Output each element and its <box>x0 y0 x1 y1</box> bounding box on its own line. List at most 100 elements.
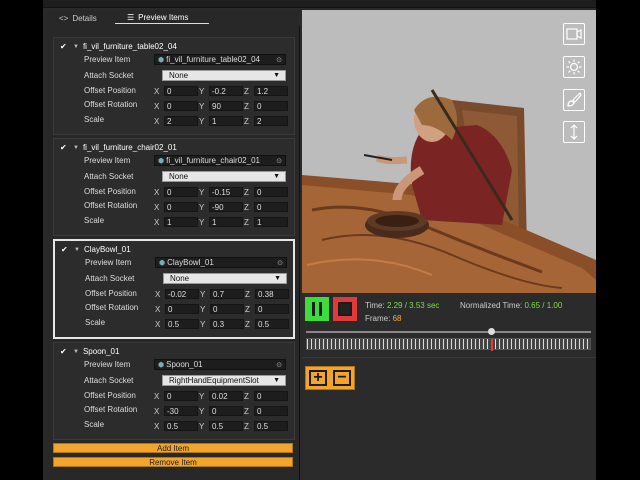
tab-preview-items[interactable]: ☰ Preview Items <box>115 12 209 24</box>
axis-z-input[interactable]: 0 <box>254 406 288 416</box>
axis-y-input[interactable]: 0.5 <box>209 421 243 431</box>
preview-items-panel: <> Details ☰ Preview Items ✔ ▼ fi_vil_fu… <box>45 10 300 480</box>
preview-item-field[interactable]: ⬢ Spoon_01 ⊙ <box>154 359 286 370</box>
axis-y-input[interactable]: 0.3 <box>210 319 244 329</box>
target-picker-icon[interactable]: ⊙ <box>276 157 282 165</box>
remove-item-button[interactable]: Remove Item <box>53 457 293 467</box>
chevron-down-icon: ▼ <box>273 72 280 79</box>
enable-checkbox[interactable]: ✔ <box>60 143 68 152</box>
axis-x-input[interactable]: 0 <box>165 304 199 314</box>
axis-x-label: X <box>154 203 160 212</box>
axis-y-input[interactable]: 0 <box>210 304 244 314</box>
axis-z-input[interactable]: 0 <box>254 391 288 401</box>
preview-item-field[interactable]: ⬢ fi_vil_furniture_chair02_01 ⊙ <box>154 155 286 166</box>
axis-z-input[interactable]: 1 <box>254 217 288 227</box>
axis-z-input[interactable]: 1.2 <box>254 86 288 96</box>
axis-x-input[interactable]: 0 <box>164 101 198 111</box>
axis-y-input[interactable]: 1 <box>209 116 243 126</box>
axis-x-label: X <box>154 218 160 227</box>
3d-viewport[interactable] <box>302 10 596 293</box>
axis-x-input[interactable]: 0 <box>164 202 198 212</box>
axis-z-input[interactable]: 0 <box>254 202 288 212</box>
add-item-button[interactable]: Add Item <box>53 443 293 453</box>
axis-y-input[interactable]: 1 <box>209 217 243 227</box>
preview-item-card[interactable]: ✔ ▼ fi_vil_furniture_chair02_01 Preview … <box>53 138 295 236</box>
axis-z-label: Z <box>245 305 250 314</box>
item-header: ✔ ▼ Spoon_01 <box>60 347 119 356</box>
axis-z-input[interactable]: 2 <box>254 116 288 126</box>
collapse-triangle-icon[interactable]: ▼ <box>74 247 80 253</box>
target-picker-icon[interactable]: ⊙ <box>276 361 282 369</box>
item-name: ClayBowl_01 <box>83 245 131 254</box>
collapse-triangle-icon[interactable]: ▼ <box>73 145 79 151</box>
offset-position-row: X 0 Y 0.02 Z 0 <box>154 391 294 402</box>
axis-z-input[interactable]: 0 <box>254 101 288 111</box>
axis-x-input[interactable]: 0.5 <box>164 421 198 431</box>
axis-x-label: X <box>154 87 160 96</box>
axis-x-input[interactable]: 0.5 <box>165 319 199 329</box>
axis-x-input[interactable]: 2 <box>164 116 198 126</box>
pause-button[interactable] <box>305 297 329 321</box>
axis-z-input[interactable]: 0.38 <box>255 289 289 299</box>
axis-y-input[interactable]: 0.7 <box>210 289 244 299</box>
item-header: ✔ ▼ ClayBowl_01 <box>61 245 131 254</box>
scale-row: X 0.5 Y 0.5 Z 0.5 <box>154 421 294 432</box>
frame-ticks[interactable] <box>306 338 591 351</box>
attach-socket-dropdown[interactable]: None ▼ <box>162 70 286 81</box>
stop-icon <box>338 302 352 316</box>
target-picker-icon[interactable]: ⊙ <box>276 56 282 64</box>
axis-y-label: Y <box>200 305 206 314</box>
tab-details[interactable]: <> Details <box>59 12 97 24</box>
axis-y-input[interactable]: -0.2 <box>209 86 243 96</box>
axis-x-input[interactable]: -30 <box>164 406 198 416</box>
axis-x-input[interactable]: 0 <box>164 391 198 401</box>
item-name: Spoon_01 <box>82 347 120 356</box>
axis-y-input[interactable]: -90 <box>209 202 243 212</box>
axis-y-input[interactable]: 0.02 <box>209 391 243 401</box>
preview-item-card[interactable]: ✔ ▼ fi_vil_furniture_table02_04 Preview … <box>53 37 295 135</box>
sun-icon[interactable] <box>563 56 585 78</box>
attach-socket-dropdown[interactable]: None ▼ <box>163 273 287 284</box>
object-icon: ⬢ <box>159 259 166 267</box>
camera-icon[interactable] <box>563 23 585 45</box>
enable-checkbox[interactable]: ✔ <box>61 245 69 254</box>
plus-button[interactable]: + <box>309 370 327 386</box>
attach-socket-dropdown[interactable]: RightHandEquipmentSlot ▼ <box>162 375 286 386</box>
axis-z-label: Z <box>245 320 250 329</box>
target-picker-icon[interactable]: ⊙ <box>277 259 283 267</box>
offset-rotation-row: X 0 Y 90 Z 0 <box>154 101 294 112</box>
preview-item-card[interactable]: ✔ ▼ Spoon_01 Preview Item ⬢ Spoon_01 ⊙ A… <box>53 342 295 440</box>
axis-x-input[interactable]: -0.02 <box>165 289 199 299</box>
offset-position-row: X 0 Y -0.15 Z 0 <box>154 187 294 198</box>
preview-item-field[interactable]: ⬢ fi_vil_furniture_table02_04 ⊙ <box>154 54 286 65</box>
minus-button[interactable]: − <box>333 370 351 386</box>
axis-y-input[interactable]: -0.15 <box>209 187 243 197</box>
axis-z-input[interactable]: 0 <box>254 187 288 197</box>
axis-y-input[interactable]: 90 <box>209 101 243 111</box>
axis-x-input[interactable]: 0 <box>164 187 198 197</box>
axis-x-input[interactable]: 0 <box>164 86 198 96</box>
scale-label: Scale <box>84 216 105 225</box>
offset-position-label: Offset Position <box>84 86 136 95</box>
timeline-slider[interactable] <box>306 328 591 335</box>
brush-icon[interactable] <box>563 89 585 111</box>
axis-y-input[interactable]: 0 <box>209 406 243 416</box>
preview-item-field[interactable]: ⬢ ClayBowl_01 ⊙ <box>155 257 287 268</box>
stop-button[interactable] <box>333 297 357 321</box>
axis-z-input[interactable]: 0.5 <box>255 319 289 329</box>
enable-checkbox[interactable]: ✔ <box>60 42 68 51</box>
collapse-triangle-icon[interactable]: ▼ <box>73 349 79 355</box>
resize-vertical-icon[interactable] <box>563 121 585 143</box>
collapse-triangle-icon[interactable]: ▼ <box>73 44 79 50</box>
preview-item-label: Preview Item <box>84 156 131 165</box>
attach-socket-label: Attach Socket <box>84 71 134 80</box>
frame-readout: Frame: 68 <box>365 314 402 323</box>
axis-z-input[interactable]: 0.5 <box>254 421 288 431</box>
timeline-slider-handle[interactable] <box>488 328 496 335</box>
attach-socket-dropdown[interactable]: None ▼ <box>162 171 286 182</box>
axis-x-input[interactable]: 1 <box>164 217 198 227</box>
normalized-time-readout: Normalized Time: 0.65 / 1.00 <box>460 301 563 310</box>
axis-z-input[interactable]: 0 <box>255 304 289 314</box>
enable-checkbox[interactable]: ✔ <box>60 347 68 356</box>
preview-item-card[interactable]: ✔ ▼ ClayBowl_01 Preview Item ⬢ ClayBowl_… <box>53 239 295 339</box>
